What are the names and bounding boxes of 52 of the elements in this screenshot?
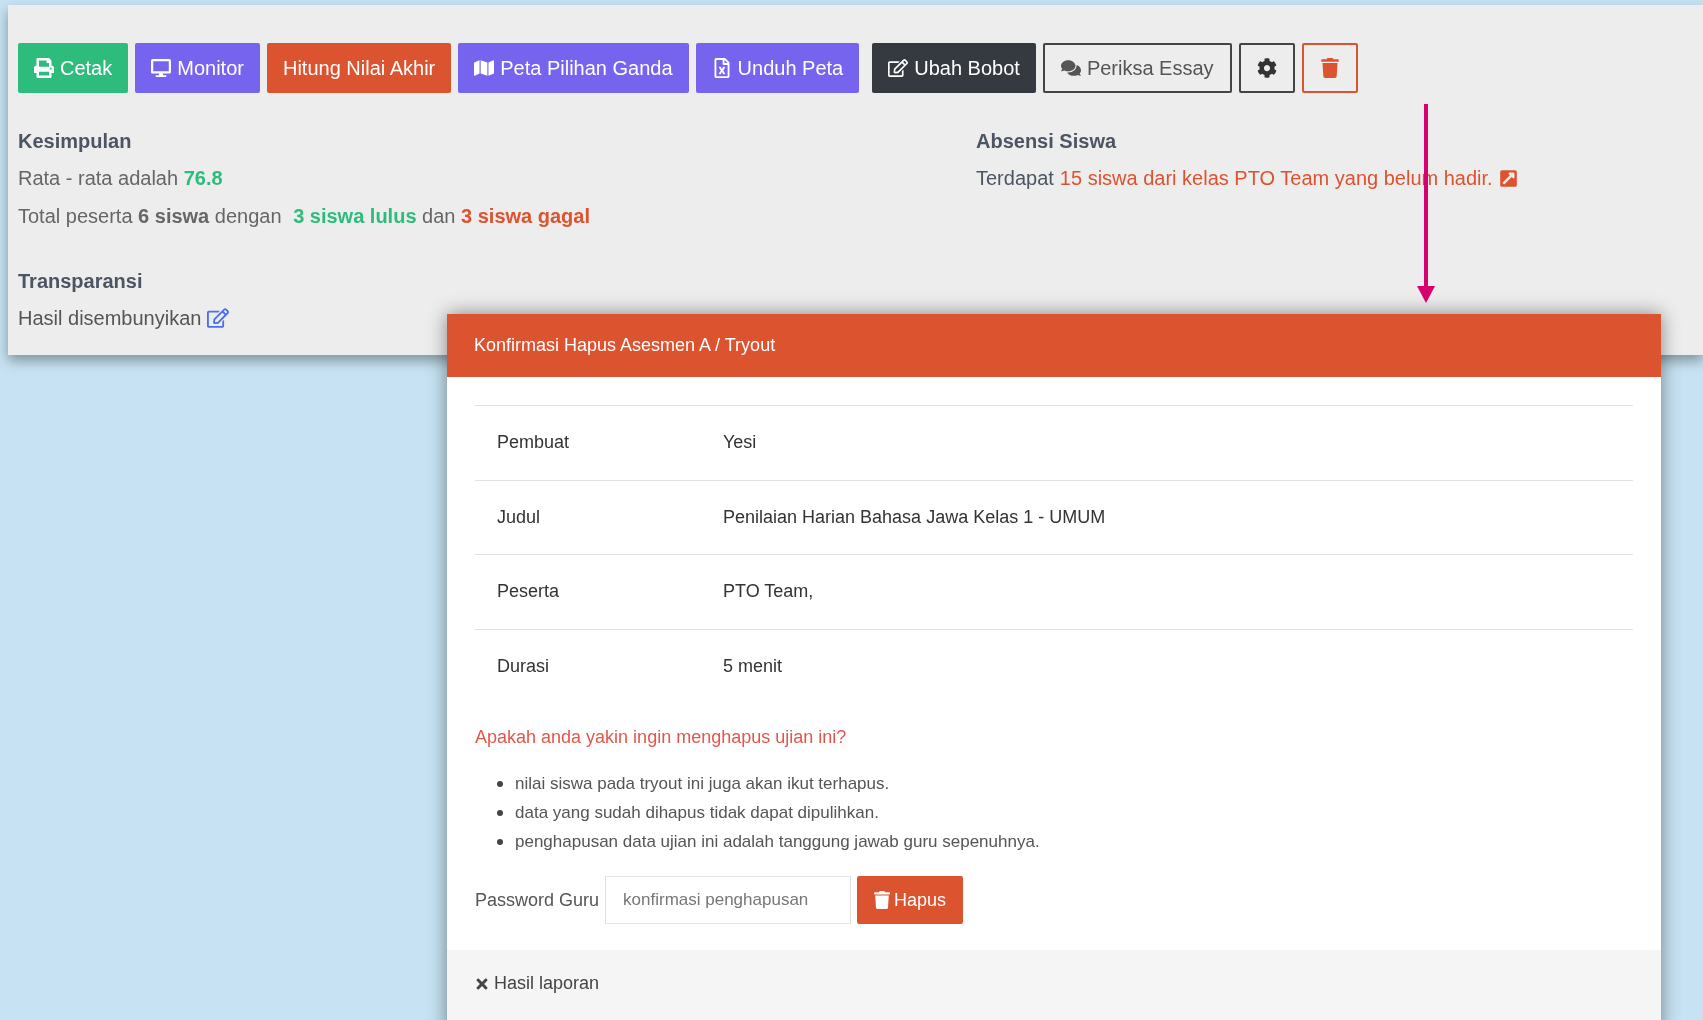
bullet-icon [497, 780, 503, 787]
toolbar-button[interactable]: Cetak [18, 43, 129, 93]
monitor-icon [151, 58, 172, 78]
trash-button[interactable] [1301, 43, 1358, 93]
confirmation-question: Apakah anda yakin ingin menghapus ujian ini? [475, 726, 848, 749]
bullet-icon [497, 838, 503, 845]
external-link-icon[interactable] [1498, 168, 1518, 188]
section-title: Transparansi [18, 269, 144, 294]
toolbar-button[interactable]: Monitor [135, 43, 260, 93]
detail-value: Yesi [723, 431, 757, 455]
trash-icon [874, 891, 891, 909]
toolbar-button[interactable]: Periksa Essay [1042, 43, 1232, 93]
map-icon [474, 58, 495, 78]
average-label: Rata - rata adalah [18, 167, 180, 189]
trash-icon [1319, 58, 1340, 78]
toolbar-button[interactable]: Hitung Nilai Akhir [266, 43, 452, 93]
section-title: Kesimpulan [18, 129, 133, 154]
toolbar-button[interactable]: Unduh Peta [695, 43, 860, 93]
bullet-icon [497, 809, 503, 816]
total-label: dengan [213, 205, 283, 227]
detail-value: Penilaian Harian Bahasa Jawa Kelas 1 - UMUM [723, 505, 1106, 529]
dialog-title: Konfirmasi Hapus Asesmen A / Tryout [474, 334, 776, 357]
password-label: Password Guru [475, 888, 600, 912]
delete-button[interactable]: Hapus [857, 876, 964, 924]
attendance-label: Terdapat [976, 166, 1054, 191]
settings-button[interactable] [1238, 43, 1295, 93]
warning-item: nilai siswa pada tryout ini juga akan ikut terhapus. [515, 772, 890, 795]
section-title: Absensi Siswa [976, 129, 1118, 154]
warning-item: penghapusan data ujian ini adalah tanggung jawab guru sepenuhnya. [515, 830, 1040, 853]
detail-label: Judul [496, 505, 542, 529]
passed-count: 3 siswa lulus [293, 205, 417, 227]
detail-label: Durasi [496, 655, 550, 679]
settings-icon [1256, 58, 1277, 78]
toolbar-button[interactable]: Ubah Bobot [872, 43, 1036, 93]
average-value: 76.8 [183, 167, 223, 189]
total-label: Total peserta [18, 205, 134, 227]
warning-item: data yang sudah dihapus tidak dapat dipulihkan. [515, 801, 879, 824]
report-link[interactable]: Hasil laporan [474, 970, 1634, 997]
printer-icon [34, 58, 54, 78]
detail-label: Peserta [496, 580, 561, 604]
toolbar-button[interactable]: Peta Pilihan Ganda [458, 43, 689, 93]
detail-value: 5 menit [723, 655, 783, 679]
participant-count: 6 siswa [138, 205, 210, 227]
total-label: dan [421, 205, 457, 227]
detail-label: Pembuat [496, 431, 571, 455]
edit-icon [888, 58, 909, 78]
chat-icon [1060, 58, 1081, 78]
failed-count: 3 siswa gagal [461, 205, 590, 227]
edit-icon[interactable] [207, 307, 230, 329]
password-field[interactable]: konfirmasi penghapusan [605, 876, 852, 924]
detail-value: PTO Team, [723, 580, 814, 604]
visibility-status: Hasil disembunyikan [18, 306, 202, 331]
